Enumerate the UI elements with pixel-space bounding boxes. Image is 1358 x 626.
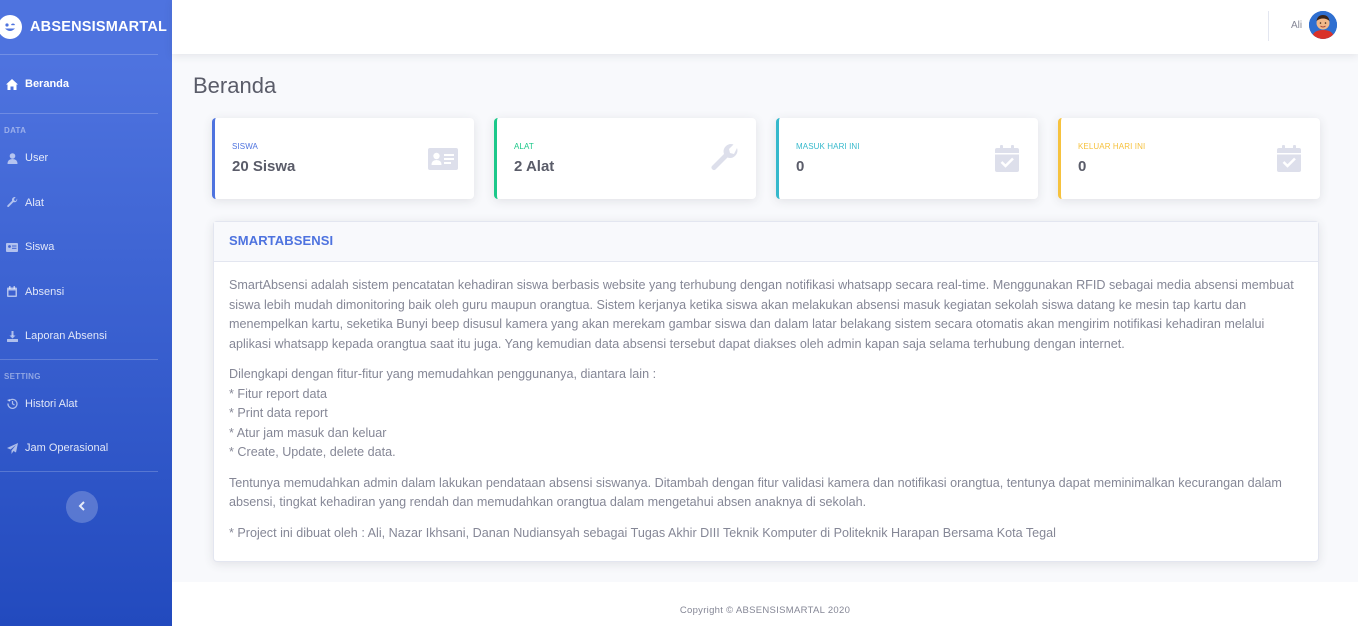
sidebar-item-beranda[interactable]: Beranda <box>0 55 172 113</box>
sidebar-brand[interactable]: ABSENSISMARTAL <box>0 0 172 54</box>
chevron-left-icon <box>78 498 86 516</box>
sidebar-divider <box>0 358 158 360</box>
sidebar-item-absensi[interactable]: Absensi <box>0 270 172 315</box>
sidebar-divider <box>0 113 158 114</box>
card-label: ALAT <box>514 142 534 151</box>
card-value: 0 <box>1078 158 1087 175</box>
stat-card-masuk-hari-ini: MASUK HARI INI 0 <box>776 118 1038 199</box>
sidebar-item-label: Histori Alat <box>25 397 78 410</box>
sidebar-toggle-button[interactable] <box>66 491 98 523</box>
feature-item: * Fitur report data <box>229 386 327 401</box>
info-panel: SMARTABSENSI SmartAbsensi adalah sistem … <box>213 221 1319 562</box>
sidebar-item-siswa[interactable]: Siswa <box>0 225 172 270</box>
wrench-icon <box>710 144 740 174</box>
description-paragraph: SmartAbsensi adalah sistem pencatatan ke… <box>229 278 1294 351</box>
history-icon <box>6 398 18 410</box>
copyright-text: Copyright © ABSENSISMARTAL 2020 <box>679 605 851 616</box>
laugh-wink-icon <box>0 15 22 39</box>
download-icon <box>6 330 18 342</box>
user-name[interactable]: Ali <box>1291 20 1302 31</box>
brand-name: ABSENSISMARTAL <box>30 19 168 35</box>
card-value: 0 <box>796 158 805 175</box>
card-label: KELUAR HARI INI <box>1078 142 1146 151</box>
paper-plane-icon <box>6 442 18 454</box>
sidebar: ABSENSISMARTAL Beranda DATA User Alat Si… <box>0 0 172 626</box>
feature-item: * Create, Update, delete data. <box>229 445 396 459</box>
sidebar-item-label: Alat <box>25 196 44 209</box>
id-card-icon <box>428 144 458 174</box>
card-label: MASUK HARI INI <box>796 142 860 151</box>
topbar: Ali <box>172 0 1358 54</box>
features-block: Dilengkapi dengan fitur-fitur yang memud… <box>229 365 1303 463</box>
page-title: Beranda <box>193 73 277 98</box>
sidebar-item-label: User <box>25 152 49 165</box>
sidebar-item-user[interactable]: User <box>0 136 172 181</box>
stat-card-siswa: SISWA 20 Siswa <box>212 118 474 199</box>
sidebar-heading-setting: SETTING <box>4 371 41 381</box>
feature-item: * Print data report <box>229 406 328 420</box>
avatar[interactable] <box>1309 11 1337 39</box>
footer: Copyright © ABSENSISMARTAL 2020 <box>172 582 1358 626</box>
sidebar-heading-data: DATA <box>4 126 27 135</box>
benefit-paragraph: Tentunya memudahkan admin dalam lakukan … <box>229 475 1282 510</box>
wrench-icon <box>6 197 18 209</box>
home-icon <box>6 78 18 90</box>
sidebar-item-label: Absensi <box>25 285 65 298</box>
id-card-icon <box>6 241 18 253</box>
sidebar-item-label: Beranda <box>25 78 70 90</box>
card-value: 2 Alat <box>514 158 555 175</box>
sidebar-item-label: Siswa <box>25 241 55 254</box>
sidebar-divider <box>0 470 158 472</box>
sidebar-item-histori-alat[interactable]: Histori Alat <box>0 382 172 427</box>
stat-card-keluar-hari-ini: KELUAR HARI INI 0 <box>1058 118 1320 199</box>
card-label: SISWA <box>232 142 258 151</box>
user-icon <box>6 152 18 164</box>
credit-paragraph: * Project ini dibuat oleh : Ali, Nazar I… <box>229 525 1056 540</box>
calendar-icon <box>6 286 18 298</box>
sidebar-item-label: Jam Operasional <box>25 442 109 455</box>
sidebar-item-jam-operasional[interactable]: Jam Operasional <box>0 426 172 471</box>
sidebar-item-laporan-absensi[interactable]: Laporan Absensi <box>0 314 172 359</box>
calendar-check-icon <box>1274 144 1304 174</box>
panel-body: SmartAbsensi adalah sistem pencatatan ke… <box>214 262 1318 543</box>
panel-header: SMARTABSENSI <box>214 222 1318 262</box>
panel-title: SMARTABSENSI <box>229 233 334 248</box>
stat-card-alat: ALAT 2 Alat <box>494 118 756 199</box>
sidebar-item-alat[interactable]: Alat <box>0 181 172 226</box>
calendar-check-icon <box>992 144 1022 174</box>
sidebar-item-label: Laporan Absensi <box>25 330 107 343</box>
topbar-divider <box>1268 11 1269 41</box>
card-value: 20 Siswa <box>232 158 296 175</box>
features-intro: Dilengkapi dengan fitur-fitur yang memud… <box>229 367 657 381</box>
feature-item: * Atur jam masuk dan keluar <box>229 425 387 440</box>
